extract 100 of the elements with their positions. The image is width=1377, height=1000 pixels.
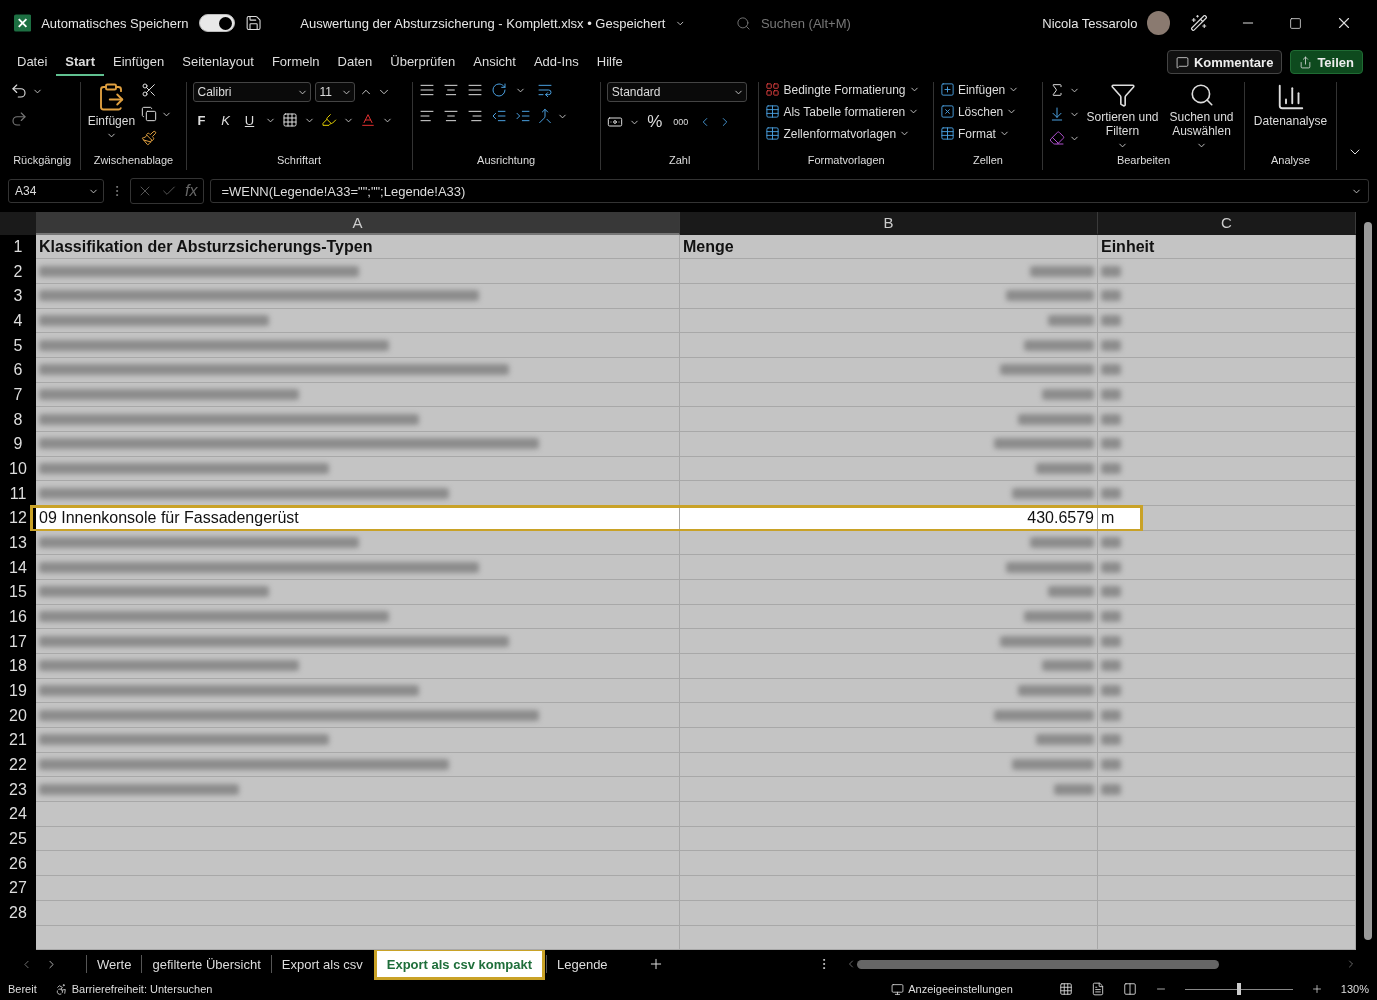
group-label: Analyse xyxy=(1269,154,1312,168)
ribbon-button[interactable]: Zellenformatvorlagen xyxy=(765,126,920,141)
borders-icon[interactable] xyxy=(281,112,298,128)
table-format-icon[interactable] xyxy=(765,104,781,119)
ribbon-button[interactable]: Löschen xyxy=(939,104,1020,119)
sheet-tab[interactable]: Legende xyxy=(546,955,618,973)
eraser-icon[interactable] xyxy=(1049,130,1065,146)
number-format-field[interactable]: Standard xyxy=(606,82,747,102)
sum-icon[interactable] xyxy=(1049,82,1065,98)
wrap-text-icon[interactable] xyxy=(536,82,553,98)
ribbon-button[interactable]: Suchen und Auswählen xyxy=(1165,82,1238,151)
bold-button[interactable]: F xyxy=(192,112,211,128)
sheet-tab[interactable]: Werte xyxy=(86,955,142,973)
page-layout-icon[interactable] xyxy=(1090,982,1105,996)
font-size-field[interactable]: 11 xyxy=(314,82,355,102)
sheet-tab[interactable]: gefilterte Übersicht xyxy=(141,955,271,973)
blurred-text xyxy=(1101,734,1121,746)
formula-field[interactable]: =WENN(Legende!A33="";"";Legende!A33) xyxy=(210,179,1369,203)
ribbon-button[interactable]: Einfügen xyxy=(939,82,1020,97)
accessibility-icon[interactable] xyxy=(54,982,68,996)
orientation-icon[interactable] xyxy=(490,82,507,98)
indent-decrease-icon[interactable] xyxy=(490,108,507,124)
group-label: Formatvorlagen xyxy=(806,154,886,168)
table-cell: Klassifikation der Absturzsicherungs-Typen xyxy=(36,234,680,260)
menu-tab[interactable]: Seitenlayout xyxy=(173,48,263,76)
maximize-icon[interactable] xyxy=(1289,16,1303,30)
status-text: Bereit xyxy=(8,983,37,995)
search-field[interactable]: Suchen (Alt+M) xyxy=(735,15,1023,31)
blurred-text xyxy=(1101,759,1121,771)
ribbon-button[interactable]: Als Tabelle formatieren xyxy=(765,104,920,119)
save-icon[interactable] xyxy=(245,14,263,32)
fill-icon[interactable] xyxy=(1049,106,1065,122)
display-icon[interactable] xyxy=(891,982,905,996)
font-color-icon[interactable] xyxy=(359,112,376,128)
insert-cells-icon[interactable] xyxy=(939,82,955,97)
horizontal-scrollbar[interactable] xyxy=(857,959,1219,969)
fill-color-icon[interactable] xyxy=(320,112,337,128)
italic-button[interactable]: K xyxy=(216,112,235,128)
avatar[interactable] xyxy=(1147,11,1171,35)
blurred-text xyxy=(1101,438,1121,450)
ribbon-button[interactable]: Datenanalyse xyxy=(1251,82,1330,128)
align-right-icon[interactable] xyxy=(466,108,483,124)
align-center-icon[interactable] xyxy=(442,108,459,124)
undo-icon[interactable] xyxy=(10,82,28,100)
autosave-toggle[interactable] xyxy=(198,14,236,32)
comment-icon[interactable] xyxy=(1175,55,1189,69)
fx-label[interactable]: fx xyxy=(185,182,198,200)
blurred-text xyxy=(1036,734,1094,746)
ribbon-button[interactable]: Sortieren und Filtern xyxy=(1086,82,1159,151)
sort-filter-icon[interactable] xyxy=(1109,82,1136,108)
brush-icon[interactable] xyxy=(141,130,158,146)
menu-tab[interactable]: Formeln xyxy=(262,48,329,76)
zoom-level[interactable]: 130% xyxy=(1340,983,1369,995)
display-settings-button[interactable]: Anzeigeeinstellungen xyxy=(908,983,1013,995)
format-cells-icon[interactable] xyxy=(939,126,955,141)
thousands-button[interactable]: 000 xyxy=(669,117,692,127)
align-middle-icon[interactable] xyxy=(442,82,459,98)
currency-icon[interactable] xyxy=(606,114,623,130)
share-button[interactable]: Teilen xyxy=(1290,50,1363,74)
copy-icon[interactable] xyxy=(141,106,158,122)
ribbon-button[interactable]: Format xyxy=(939,126,1020,141)
comments-button[interactable]: Kommentare xyxy=(1166,50,1283,74)
sheet-tab[interactable]: Export als csv xyxy=(270,955,373,973)
merge-icon[interactable] xyxy=(536,108,553,124)
ribbon-button[interactable]: Bedingte Formatierung xyxy=(765,82,920,97)
blurred-text xyxy=(1036,463,1094,475)
font-field[interactable]: Calibri xyxy=(192,82,311,102)
menu-tab[interactable]: Add-Ins xyxy=(524,48,588,76)
paste-button[interactable]: Einfügen xyxy=(87,82,136,141)
page-break-icon[interactable] xyxy=(1122,982,1137,996)
zoom-thumb[interactable] xyxy=(1236,983,1241,995)
menu-tab[interactable]: Daten xyxy=(328,48,382,76)
align-bottom-icon[interactable] xyxy=(466,82,483,98)
menu-tab[interactable]: Überprüfen xyxy=(381,48,465,76)
underline-button[interactable]: U xyxy=(240,112,259,128)
normal-view-icon[interactable] xyxy=(1058,982,1073,996)
menu-tab[interactable]: Einfügen xyxy=(104,48,174,76)
share-icon[interactable] xyxy=(1299,55,1313,69)
window-title: Auswertung der Absturzsicherung - Komplett.xlsx • Gespeichert xyxy=(300,15,666,31)
menu-tab[interactable]: Start xyxy=(56,48,104,76)
zoom-in-icon[interactable] xyxy=(1310,983,1323,995)
conditional-format-icon[interactable] xyxy=(765,82,781,97)
delete-cells-icon[interactable] xyxy=(939,104,955,119)
percent-button[interactable]: % xyxy=(645,112,664,132)
sheet-tab[interactable]: Export als csv kompakt xyxy=(376,951,542,977)
accessibility-status[interactable]: Barrierefreiheit: Untersuchen xyxy=(71,983,213,995)
blurred-text xyxy=(1101,364,1121,376)
cell-styles-icon[interactable] xyxy=(765,126,781,141)
menu-tab[interactable]: Hilfe xyxy=(587,48,632,76)
blurred-text xyxy=(1101,265,1121,277)
scrollbar[interactable] xyxy=(1364,222,1372,940)
redo-icon[interactable] xyxy=(10,110,28,128)
align-top-icon[interactable] xyxy=(418,82,435,98)
column-header[interactable]: A xyxy=(36,212,680,235)
menu-tab[interactable]: Ansicht xyxy=(464,48,525,76)
align-left-icon[interactable] xyxy=(418,108,435,124)
menu-tab[interactable]: Datei xyxy=(8,48,57,76)
name-box[interactable]: A34 xyxy=(8,179,104,203)
scissors-icon[interactable] xyxy=(141,82,158,98)
indent-increase-icon[interactable] xyxy=(514,108,531,124)
